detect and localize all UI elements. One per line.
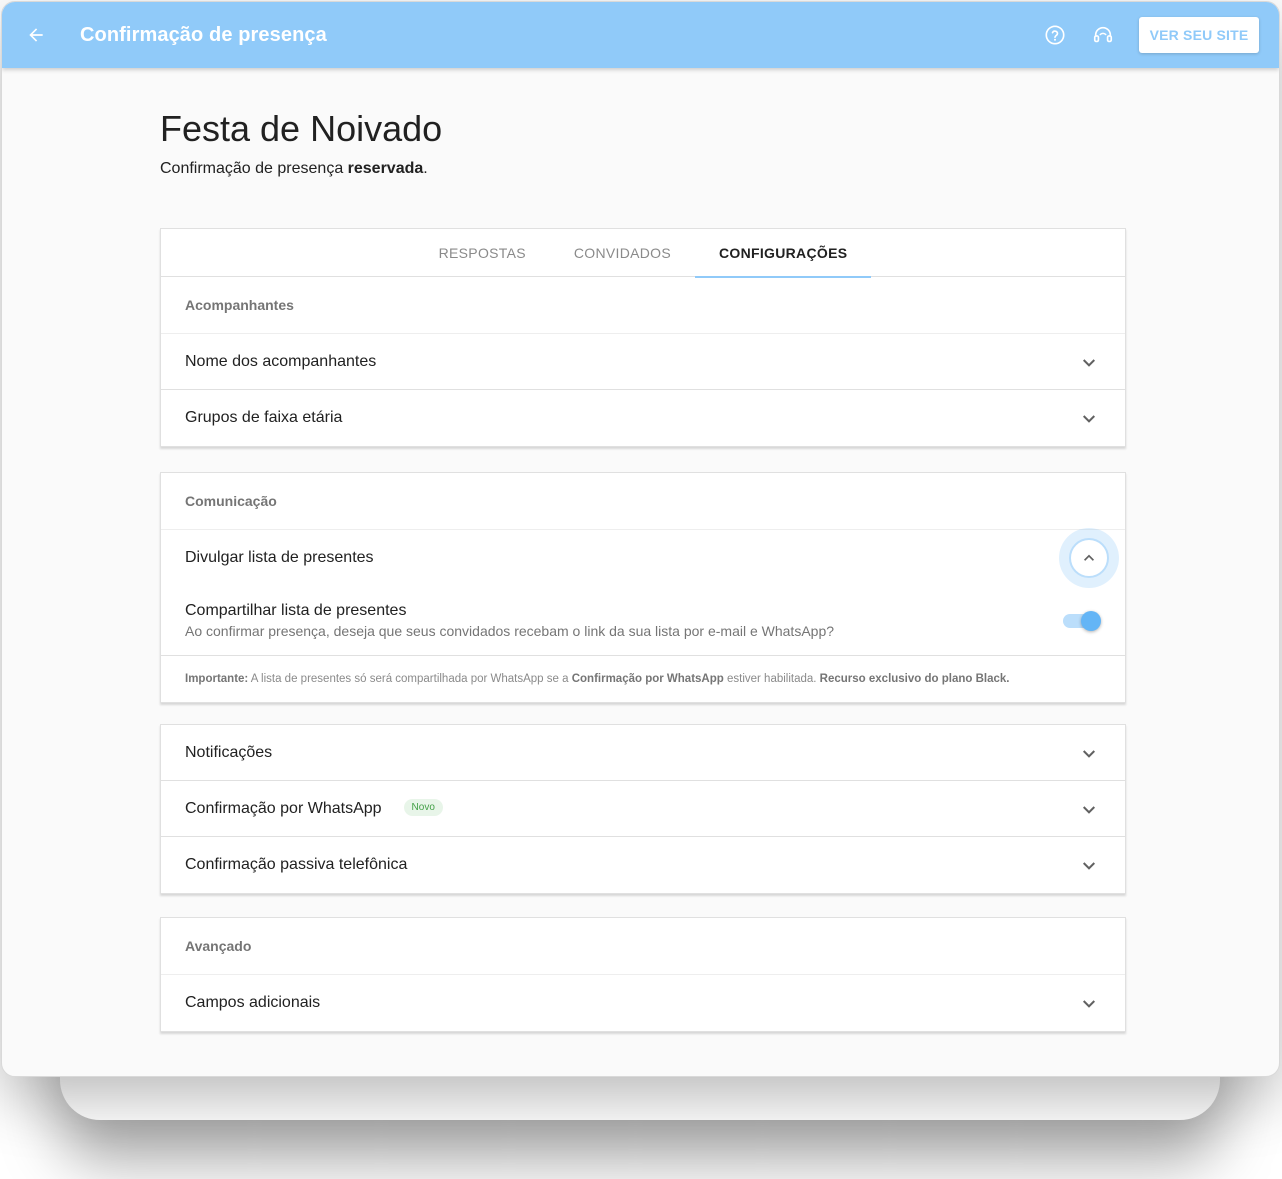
chevron-down-icon (1077, 350, 1101, 374)
subtitle-prefix: Confirmação de presença (160, 160, 348, 177)
expansion-nome-acompanhantes[interactable]: Nome dos acompanhantes (161, 334, 1125, 390)
help-circle-icon (1045, 25, 1065, 45)
tab-configuracoes[interactable]: CONFIGURAÇÕES (695, 229, 872, 278)
chevron-down-icon (1077, 991, 1101, 1015)
arrow-left-icon (29, 28, 43, 42)
expansion-campos-adicionais[interactable]: Campos adicionais (161, 975, 1125, 1031)
row-label: Confirmação passiva telefônica (185, 856, 408, 873)
section-heading-comunicacao: Comunicação (161, 473, 1125, 530)
page-title: Festa de Noivado (160, 108, 443, 149)
section-heading-avancado: Avançado (161, 918, 1125, 975)
app-bar: Confirmação de presença VER SEU SITE (2, 2, 1279, 68)
chevron-down-icon (1077, 741, 1101, 765)
share-list-toggle[interactable] (1061, 610, 1101, 631)
note-text-1: A lista de presentes só será compartilha… (248, 673, 572, 685)
note-bold-1: Confirmação por WhatsApp (571, 673, 724, 685)
settings-card-comunicacao: Comunicação Divulgar lista de presentes … (160, 472, 1126, 703)
tab-bar: RESPOSTAS CONVIDADOS CONFIGURAÇÕES (161, 229, 1125, 278)
back-button[interactable] (24, 23, 48, 47)
subtitle-status: reservada (347, 160, 424, 177)
expansion-confirmacao-telefonica[interactable]: Confirmação passiva telefônica (161, 837, 1125, 893)
share-list-texts: Compartilhar lista de presentes Ao confi… (185, 602, 1061, 639)
tab-convidados[interactable]: CONVIDADOS (550, 229, 695, 277)
toggle-thumb (1081, 610, 1101, 631)
chevron-up-icon (1084, 554, 1094, 561)
headset-icon (1093, 26, 1113, 43)
support-button[interactable] (1091, 23, 1115, 47)
share-list-description: Ao confirmar presença, deseja que seus c… (185, 623, 835, 639)
settings-card-acompanhantes: RESPOSTAS CONVIDADOS CONFIGURAÇÕES Acomp… (160, 228, 1126, 447)
share-list-title: Compartilhar lista de presentes (185, 602, 407, 619)
tab-respostas[interactable]: RESPOSTAS (415, 229, 550, 277)
note-text-2: estiver habilitada. (723, 673, 820, 685)
chevron-down-icon (1077, 406, 1101, 430)
app-window: Confirmação de presença VER SEU SITE Fes… (1, 1, 1280, 1077)
row-label: Grupos de faixa etária (185, 409, 343, 426)
note-important-label: Importante: (185, 673, 249, 685)
share-list-setting: Compartilhar lista de presentes Ao confi… (161, 586, 1125, 655)
row-label: Campos adicionais (185, 994, 321, 1011)
view-site-button[interactable]: VER SEU SITE (1139, 17, 1259, 53)
page-subtitle: Confirmação de presença reservada. (160, 160, 428, 178)
subtitle-suffix: . (423, 160, 428, 177)
app-title: Confirmação de presença (80, 23, 327, 46)
row-label: Nome dos acompanhantes (185, 352, 377, 370)
expansion-divulgar-lista[interactable]: Divulgar lista de presentes (161, 528, 1125, 588)
collapse-button[interactable] (1069, 538, 1109, 578)
settings-card-avancado: Avançado Campos adicionais (160, 917, 1126, 1032)
collapse-button-focus-ring (1059, 528, 1119, 588)
new-badge: Novo (403, 798, 443, 816)
important-note: Importante: A lista de presentes só será… (161, 655, 1125, 702)
help-button[interactable] (1043, 23, 1067, 47)
chevron-down-icon (1077, 853, 1101, 877)
chevron-down-icon (1077, 797, 1101, 821)
row-label: Divulgar lista de presentes (185, 549, 374, 566)
row-label: Confirmação por WhatsApp Novo (185, 798, 1077, 818)
expansion-grupos-faixa-etaria[interactable]: Grupos de faixa etária (161, 390, 1125, 446)
row-label: Notificações (185, 743, 273, 761)
row-label-text: Confirmação por WhatsApp (185, 799, 382, 817)
expansion-confirmacao-whatsapp[interactable]: Confirmação por WhatsApp Novo (161, 781, 1125, 837)
expansion-notificacoes[interactable]: Notificações (161, 725, 1125, 781)
section-heading-acompanhantes: Acompanhantes (161, 277, 1125, 334)
settings-card-notificacoes: Notificações Confirmação por WhatsApp Nov… (160, 724, 1126, 894)
note-bold-2: Recurso exclusivo do plano Black. (819, 673, 1010, 685)
